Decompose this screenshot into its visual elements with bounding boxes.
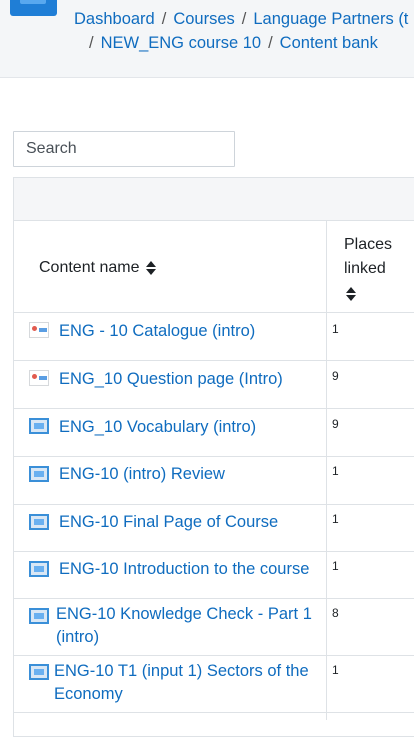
places-count: 1 <box>332 559 339 573</box>
column-header-content-name[interactable]: Content name <box>39 259 156 277</box>
table-row[interactable]: ENG - 10 Catalogue (intro) 1 <box>14 313 414 361</box>
table-row[interactable]: ENG-10 (intro) Review 1 <box>14 457 414 505</box>
places-count: 1 <box>332 512 339 526</box>
breadcrumb-separator: / <box>241 10 247 28</box>
content-name-link[interactable]: ENG-10 Final Page of Course <box>59 511 321 534</box>
breadcrumb-course[interactable]: NEW_ENG course 10 <box>101 34 261 52</box>
sort-icon[interactable] <box>145 260 156 275</box>
top-navbar: Dashboard / Courses / Language Partners (t /… <box>0 0 414 78</box>
content-name-link[interactable]: ENG_10 Vocabulary (intro) <box>59 416 321 439</box>
h5p-icon <box>29 322 49 338</box>
book-icon <box>29 418 49 434</box>
breadcrumb-content-bank[interactable]: Content bank <box>280 34 378 52</box>
sort-icon[interactable] <box>346 286 356 301</box>
content-name-link[interactable]: ENG-10 Introduction to the course <box>59 558 321 581</box>
content-name-link[interactable]: ENG-10 T1 (input 1) Sectors of the Econo… <box>54 660 316 706</box>
table-row[interactable]: ENG_10 Question page (Intro) 9 <box>14 361 414 409</box>
table-row[interactable]: ENG-10 Knowledge Check - Part 1 (intro) … <box>14 599 414 656</box>
site-logo[interactable] <box>10 0 57 16</box>
places-count: 1 <box>332 663 339 677</box>
breadcrumb-courses[interactable]: Courses <box>173 10 234 28</box>
table-toolbar-band <box>14 178 414 221</box>
content-name-link[interactable]: ENG-10 Knowledge Check - Part 1 (intro) <box>56 603 318 649</box>
content-name-link[interactable]: ENG-10 (intro) Review <box>59 463 321 486</box>
breadcrumb-category[interactable]: Language Partners (t <box>253 10 408 28</box>
table-row[interactable]: ENG-10 Introduction to the course 1 <box>14 552 414 599</box>
content-table: Content name Places linked ENG - 10 Cata… <box>13 177 414 737</box>
table-row[interactable]: ENG-10 Final Page of Course 1 <box>14 505 414 552</box>
book-icon <box>29 608 49 624</box>
column-header-places-linked[interactable]: Places linked <box>344 233 404 305</box>
book-icon <box>29 514 49 530</box>
breadcrumb: Dashboard / Courses / Language Partners (t /… <box>74 7 414 55</box>
book-icon <box>29 664 49 680</box>
book-icon <box>29 466 49 482</box>
search-input[interactable] <box>13 131 235 167</box>
places-count: 8 <box>332 606 339 620</box>
places-count: 1 <box>332 464 339 478</box>
breadcrumb-separator: / <box>268 34 273 52</box>
table-row[interactable]: ENG_10 Vocabulary (intro) 9 <box>14 409 414 457</box>
breadcrumb-separator: / <box>161 10 167 28</box>
book-icon <box>29 561 49 577</box>
column-header-label: Places linked <box>344 236 393 277</box>
column-header-label: Content name <box>39 259 140 276</box>
h5p-icon <box>29 370 49 386</box>
places-count: 9 <box>332 369 339 383</box>
content-name-link[interactable]: ENG - 10 Catalogue (intro) <box>59 320 321 343</box>
places-count: 1 <box>332 322 339 336</box>
places-count: 9 <box>332 417 339 431</box>
table-row[interactable]: ENG-10 T1 (input 1) Sectors of the Econo… <box>14 656 414 713</box>
breadcrumb-dashboard[interactable]: Dashboard <box>74 10 155 28</box>
breadcrumb-separator: / <box>89 34 94 52</box>
content-name-link[interactable]: ENG_10 Question page (Intro) <box>59 368 321 391</box>
